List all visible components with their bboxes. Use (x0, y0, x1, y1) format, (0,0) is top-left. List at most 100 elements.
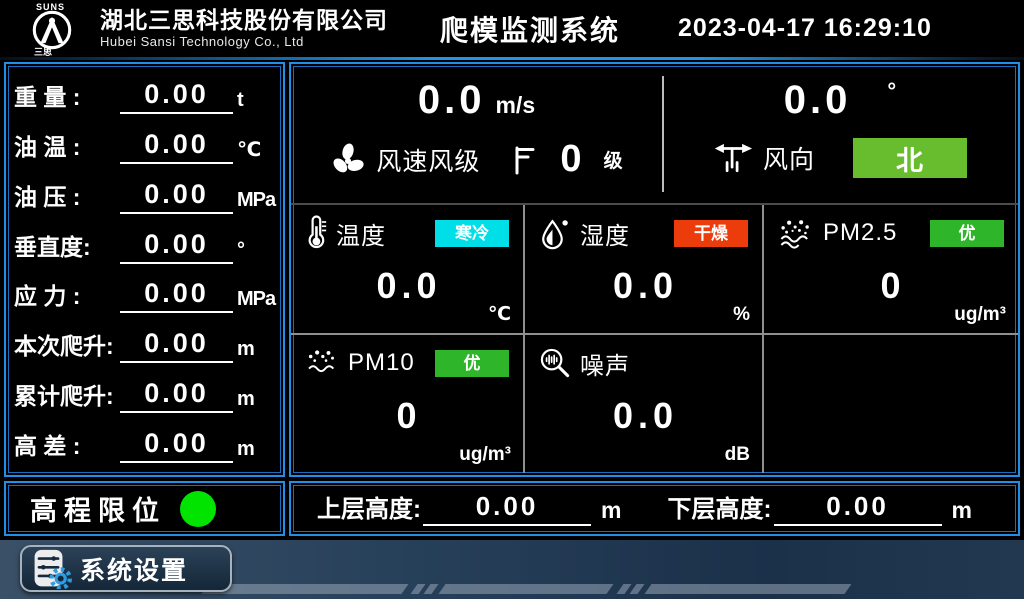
footer-bar: 系统设置 (0, 540, 1024, 599)
company-name: 湖北三思科技股份有限公司 Hubei Sansi Technology Co.,… (100, 8, 388, 50)
metric-value: 0.00 (120, 428, 233, 463)
metric-value: 0.00 (120, 278, 233, 313)
company-logo: SUNS 三思 (24, 1, 96, 57)
system-settings-label: 系统设置 (80, 551, 188, 587)
env-label: 湿度 (580, 216, 630, 251)
upper-height-group: 上层高度: 0.00 m (317, 489, 621, 528)
metric-label: 重 量 : (14, 78, 120, 118)
wind-direction-label: 风向 (763, 140, 815, 176)
metric-unit: MPa (237, 288, 275, 317)
heights-box: 上层高度: 0.00 m 下层高度: 0.00 m (289, 481, 1020, 536)
upper-height-unit: m (601, 497, 621, 528)
metric-value: 0.00 (120, 179, 233, 214)
env-cell-noise: 噪声 0.0 dB (525, 335, 764, 473)
env-unit: ug/m³ (459, 444, 511, 466)
metric-unit: ° (237, 239, 275, 268)
dashboard-panel: 0.0 m/s 风速风级 (289, 62, 1020, 477)
wind-level-value: 0 (560, 138, 581, 181)
env-label: 温度 (336, 216, 386, 251)
env-unit: % (733, 304, 750, 326)
wind-direction-value: 0.0 (784, 78, 852, 123)
thermometer-icon (305, 215, 327, 251)
wind-section: 0.0 m/s 风速风级 (291, 64, 1018, 205)
wind-direction-unit: ° (887, 78, 896, 104)
lower-height-group: 下层高度: 0.00 m (668, 489, 972, 528)
metric-unit: m (237, 438, 275, 467)
wind-direction-badge: 北 (853, 138, 967, 178)
dust-icon (305, 348, 339, 378)
monitoring-screen: SUNS 三思 湖北三思科技股份有限公司 Hubei Sansi Technol… (0, 0, 1024, 599)
company-name-cn: 湖北三思科技股份有限公司 (100, 8, 388, 33)
logo-sansi-text: 三思 (34, 45, 52, 58)
metric-unit: t (237, 89, 275, 118)
metric-row-oil-temp: 油 温 : 0.00 ℃ (14, 122, 275, 168)
metric-row-stress: 应 力 : 0.00 MPa (14, 271, 275, 317)
fan-icon (330, 142, 366, 178)
suns-logo-icon (32, 10, 72, 50)
env-value: 0 (778, 265, 1008, 307)
lower-height-label: 下层高度: (668, 489, 772, 528)
footer-stripe (629, 584, 644, 594)
env-value: 0.0 (539, 265, 752, 307)
metric-label: 累计爬升: (14, 377, 120, 417)
footer-stripe (201, 584, 408, 594)
env-value: 0.0 (539, 395, 752, 437)
metric-row-oil-pressure: 油 压 : 0.00 MPa (14, 172, 275, 218)
metric-unit: MPa (237, 189, 275, 218)
env-cell-pm10: PM10 优 0 ug/m³ (291, 335, 525, 473)
wind-speed-unit: m/s (495, 92, 535, 119)
metric-value: 0.00 (120, 79, 233, 114)
status-badge: 干燥 (674, 220, 748, 247)
metric-unit: ℃ (237, 137, 275, 168)
metric-row-weight: 重 量 : 0.00 t (14, 72, 275, 118)
metric-unit: m (237, 388, 275, 417)
metric-label: 高 差 : (14, 427, 120, 467)
wind-speed-label: 风速风级 (376, 142, 480, 178)
dust-icon (778, 217, 814, 249)
elevation-limit-status-indicator (180, 491, 216, 527)
elevation-limit-box: 高程限位 (4, 481, 285, 536)
metric-unit: m (237, 338, 275, 367)
status-badge: 寒冷 (435, 220, 509, 247)
env-cell-empty (764, 335, 1018, 473)
env-value: 0.0 (305, 265, 513, 307)
status-badge: 优 (435, 350, 509, 377)
metric-row-current-climb: 本次爬升: 0.00 m (14, 321, 275, 367)
wind-speed-value: 0.0 (418, 78, 486, 123)
env-cell-pm25: PM2.5 优 0 ug/m³ (764, 205, 1018, 335)
lower-height-value: 0.00 (774, 491, 942, 526)
settings-sliders-gear-icon (32, 549, 72, 589)
wind-level-icon (512, 145, 536, 175)
elevation-limit-label: 高程限位 (30, 489, 166, 528)
wind-speed-block: 0.0 m/s 风速风级 (291, 64, 662, 203)
metric-value: 0.00 (120, 229, 233, 264)
env-label: 噪声 (580, 346, 630, 381)
timestamp: 2023-04-17 16:29:10 (678, 14, 932, 43)
metric-value: 0.00 (120, 378, 233, 413)
upper-height-label: 上层高度: (317, 489, 421, 528)
metric-label: 油 温 : (14, 128, 120, 168)
wind-direction-block: 0.0 ° 风向 北 (662, 64, 1018, 203)
env-unit: ℃ (488, 303, 511, 326)
footer-stripe (644, 584, 851, 594)
env-cell-humidity: 湿度 干燥 0.0 % (525, 205, 764, 335)
status-badge (674, 350, 748, 377)
metric-label: 本次爬升: (14, 327, 120, 367)
metric-row-total-climb: 累计爬升: 0.00 m (14, 371, 275, 417)
system-settings-button[interactable]: 系统设置 (20, 545, 232, 592)
header: SUNS 三思 湖北三思科技股份有限公司 Hubei Sansi Technol… (0, 0, 1024, 57)
metric-value: 0.00 (120, 328, 233, 363)
noise-icon (539, 347, 571, 379)
metric-value: 0.00 (120, 129, 233, 164)
metric-label: 垂直度: (14, 228, 120, 268)
wind-section-divider (662, 76, 664, 192)
wind-vane-icon (713, 142, 753, 174)
droplet-icon (539, 216, 571, 250)
page-title: 爬模监测系统 (440, 9, 620, 49)
metric-label: 油 压 : (14, 178, 120, 218)
footer-stripe (438, 584, 613, 594)
header-accent-line (0, 57, 1024, 60)
env-unit: ug/m³ (954, 304, 1006, 326)
environment-grid: 温度 寒冷 0.0 ℃ 湿度 干燥 0.0 % (291, 205, 1018, 473)
metric-row-verticality: 垂直度: 0.00 ° (14, 222, 275, 268)
